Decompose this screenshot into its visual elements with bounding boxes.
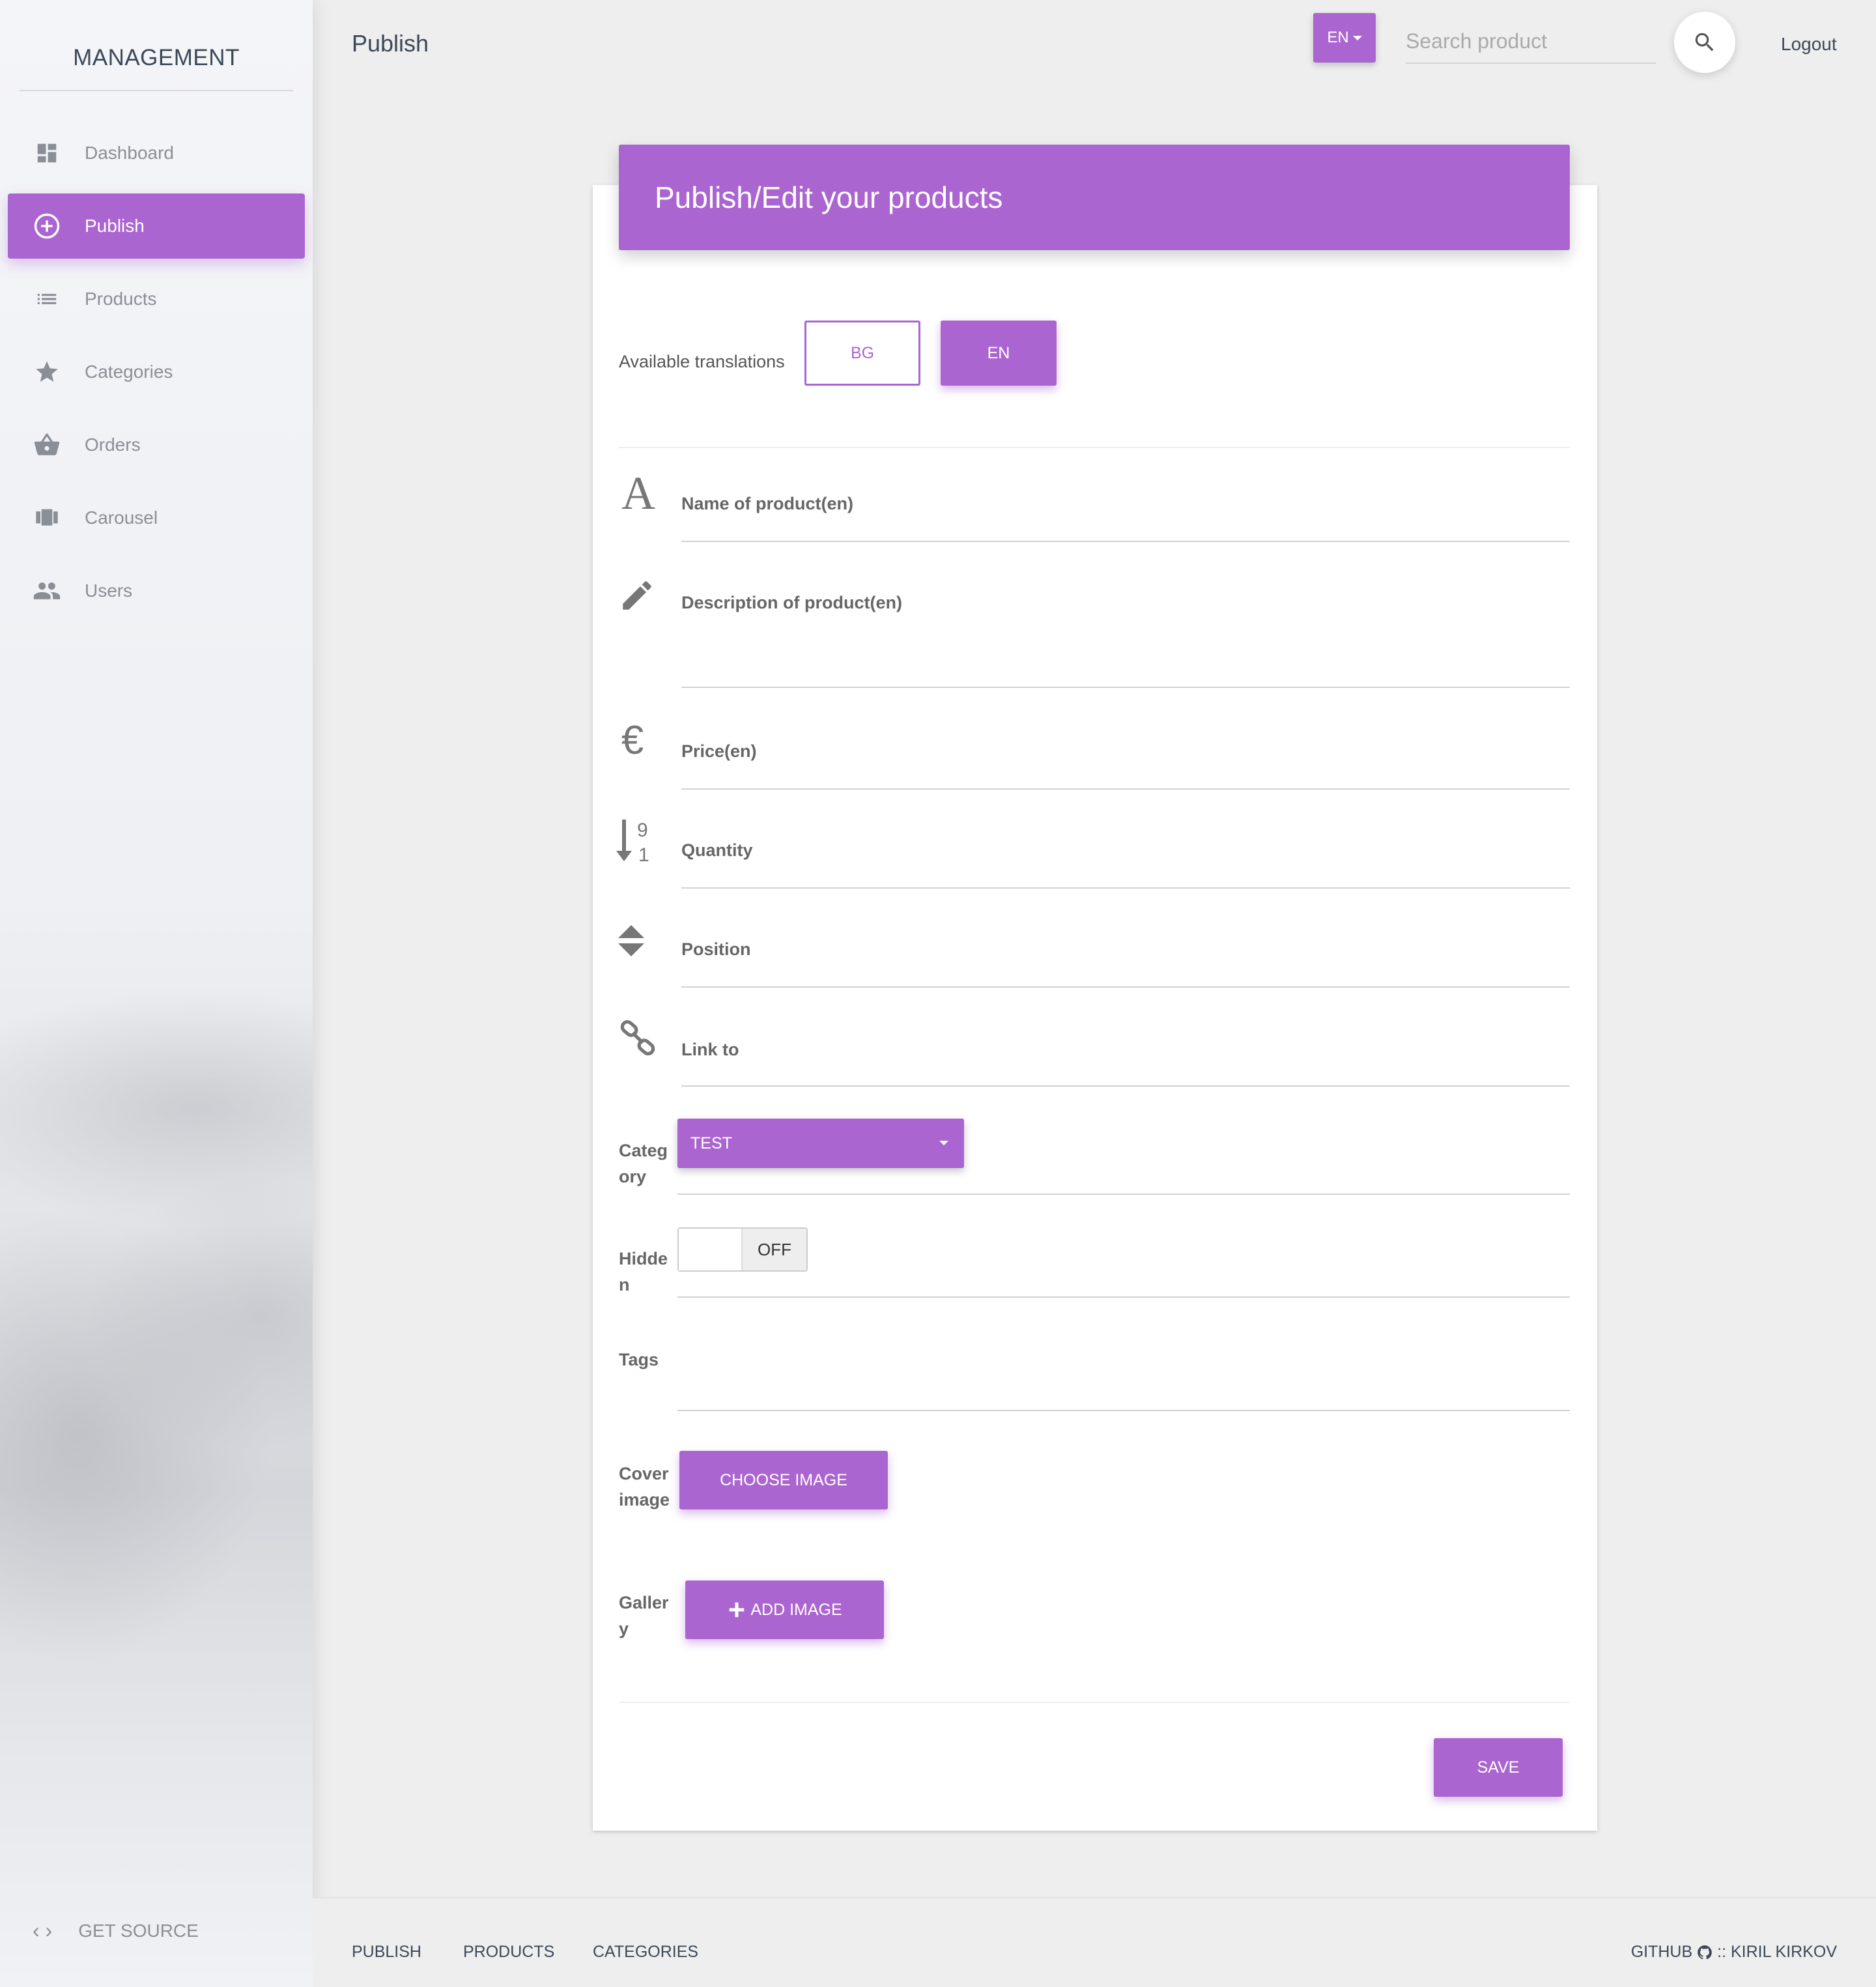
github-link[interactable]: GITHUB [1631,1943,1692,1962]
hidden-underline [677,1296,1570,1298]
sidebar-item-carousel[interactable]: Carousel [8,485,305,550]
page-title: Publish [352,30,429,57]
category-underline [677,1194,1570,1195]
category-label-line: Categ [619,1141,668,1160]
add-image-button[interactable]: ADD IMAGE [685,1580,884,1639]
sidebar-item-label: Products [85,289,157,309]
hidden-label: Hidde n [619,1246,668,1298]
search-input[interactable] [1406,20,1656,64]
sidebar-item-label: Categories [85,362,173,382]
search-button[interactable] [1674,12,1735,73]
logout-link[interactable]: Logout [1781,34,1837,55]
category-label-line: ory [619,1167,647,1186]
gallery-label: Galler y [619,1590,669,1642]
language-dropdown[interactable]: EN [1313,13,1376,63]
sidebar-item-products[interactable]: Products [8,266,305,332]
author-label: :: KIRIL KIRKOV [1717,1943,1837,1961]
svg-text:9: 9 [637,820,648,841]
hidden-label-line: Hidde [619,1249,668,1268]
list-icon [33,285,61,313]
tags-field[interactable] [677,1410,1570,1411]
choose-image-button[interactable]: CHOOSE IMAGE [679,1451,888,1509]
quantity-field-label: Quantity [681,840,753,860]
caret-down-icon [1352,35,1362,40]
brand-title: MANAGEMENT [20,26,293,91]
dashboard-icon [33,139,61,167]
quantity-field[interactable] [681,887,1570,889]
footer-link-categories[interactable]: CATEGORIES [593,1943,698,1962]
footer-link-products[interactable]: PRODUCTS [463,1943,554,1962]
tags-label: Tags [619,1350,659,1369]
name-field-label: Name of product(en) [681,494,854,513]
get-source-link[interactable]: ‹ › GET SOURCE [33,1919,199,1943]
sidebar-item-label: Users [85,580,133,601]
sidebar-item-label: Orders [85,435,141,455]
translation-en-button[interactable]: EN [941,321,1057,386]
category-selected-value: TEST [690,1134,732,1152]
pencil-icon [618,576,657,615]
link-icon [618,1018,658,1058]
description-field-label: Description of product(en) [681,593,902,612]
plus-icon [730,1602,745,1618]
carousel-icon [33,504,61,532]
save-button[interactable]: SAVE [1434,1738,1563,1797]
add-image-label: ADD IMAGE [750,1600,842,1619]
sidebar-item-categories[interactable]: Categories [8,339,305,405]
hidden-toggle[interactable]: OFF [677,1227,808,1272]
category-label: Categ ory [619,1137,668,1190]
get-source-label: GET SOURCE [78,1920,199,1941]
divider [619,1702,1570,1703]
cover-label-line: Cover [619,1464,669,1483]
sidebar-item-dashboard[interactable]: Dashboard [8,121,305,186]
toggle-state: OFF [743,1229,806,1270]
star-icon [33,358,61,386]
sidebar-item-users[interactable]: Users [8,558,305,623]
category-select[interactable]: TEST [677,1119,964,1168]
divider [619,447,1570,448]
toggle-knob [679,1229,743,1270]
name-field[interactable] [681,541,1570,542]
price-field-label: Price(en) [681,741,757,761]
link-field[interactable] [681,1085,1570,1087]
footer: PUBLISH PRODUCTS CATEGORIES GITHUB :: KI… [313,1897,1876,1987]
link-field-label: Link to [681,1040,739,1059]
position-field-label: Position [681,939,751,959]
sidebar-nav: Dashboard Publish Products Categories Or… [8,121,305,631]
code-icon: ‹ › [33,1919,53,1942]
svg-text:1: 1 [638,844,649,865]
price-field[interactable] [681,788,1570,790]
euro-icon: € [621,717,644,763]
hidden-label-line: n [619,1275,630,1294]
language-label: EN [1327,29,1349,46]
sidebar: MANAGEMENT Dashboard Publish Products Ca… [0,0,313,1987]
position-field[interactable] [681,986,1570,988]
github-icon [1698,1945,1712,1959]
users-icon [33,577,61,605]
sidebar-item-label: Carousel [85,507,158,528]
translation-bg-button[interactable]: BG [804,321,920,386]
cover-label-line: image [619,1490,670,1509]
sidebar-item-orders[interactable]: Orders [8,412,305,478]
basket-icon [33,431,61,459]
cover-image-label: Cover image [619,1461,670,1513]
sort-icon [618,922,645,959]
sort-numeric-icon: 91 [616,817,655,865]
sidebar-item-label: Publish [85,216,145,236]
card-title: Publish/Edit your products [619,145,1570,250]
caret-down-icon [939,1141,948,1145]
translations-label: Available translations [619,352,785,371]
gallery-label-line: Galler [619,1593,669,1612]
footer-credit: GITHUB :: KIRIL KIRKOV [1631,1943,1837,1962]
search-icon [1695,33,1714,51]
sidebar-item-publish[interactable]: Publish [8,193,305,259]
gallery-label-line: y [619,1619,629,1638]
description-field[interactable] [681,687,1570,688]
footer-link-publish[interactable]: PUBLISH [352,1943,421,1962]
sidebar-item-label: Dashboard [85,143,174,163]
add-circle-icon [33,212,61,240]
font-icon: A [621,466,655,519]
